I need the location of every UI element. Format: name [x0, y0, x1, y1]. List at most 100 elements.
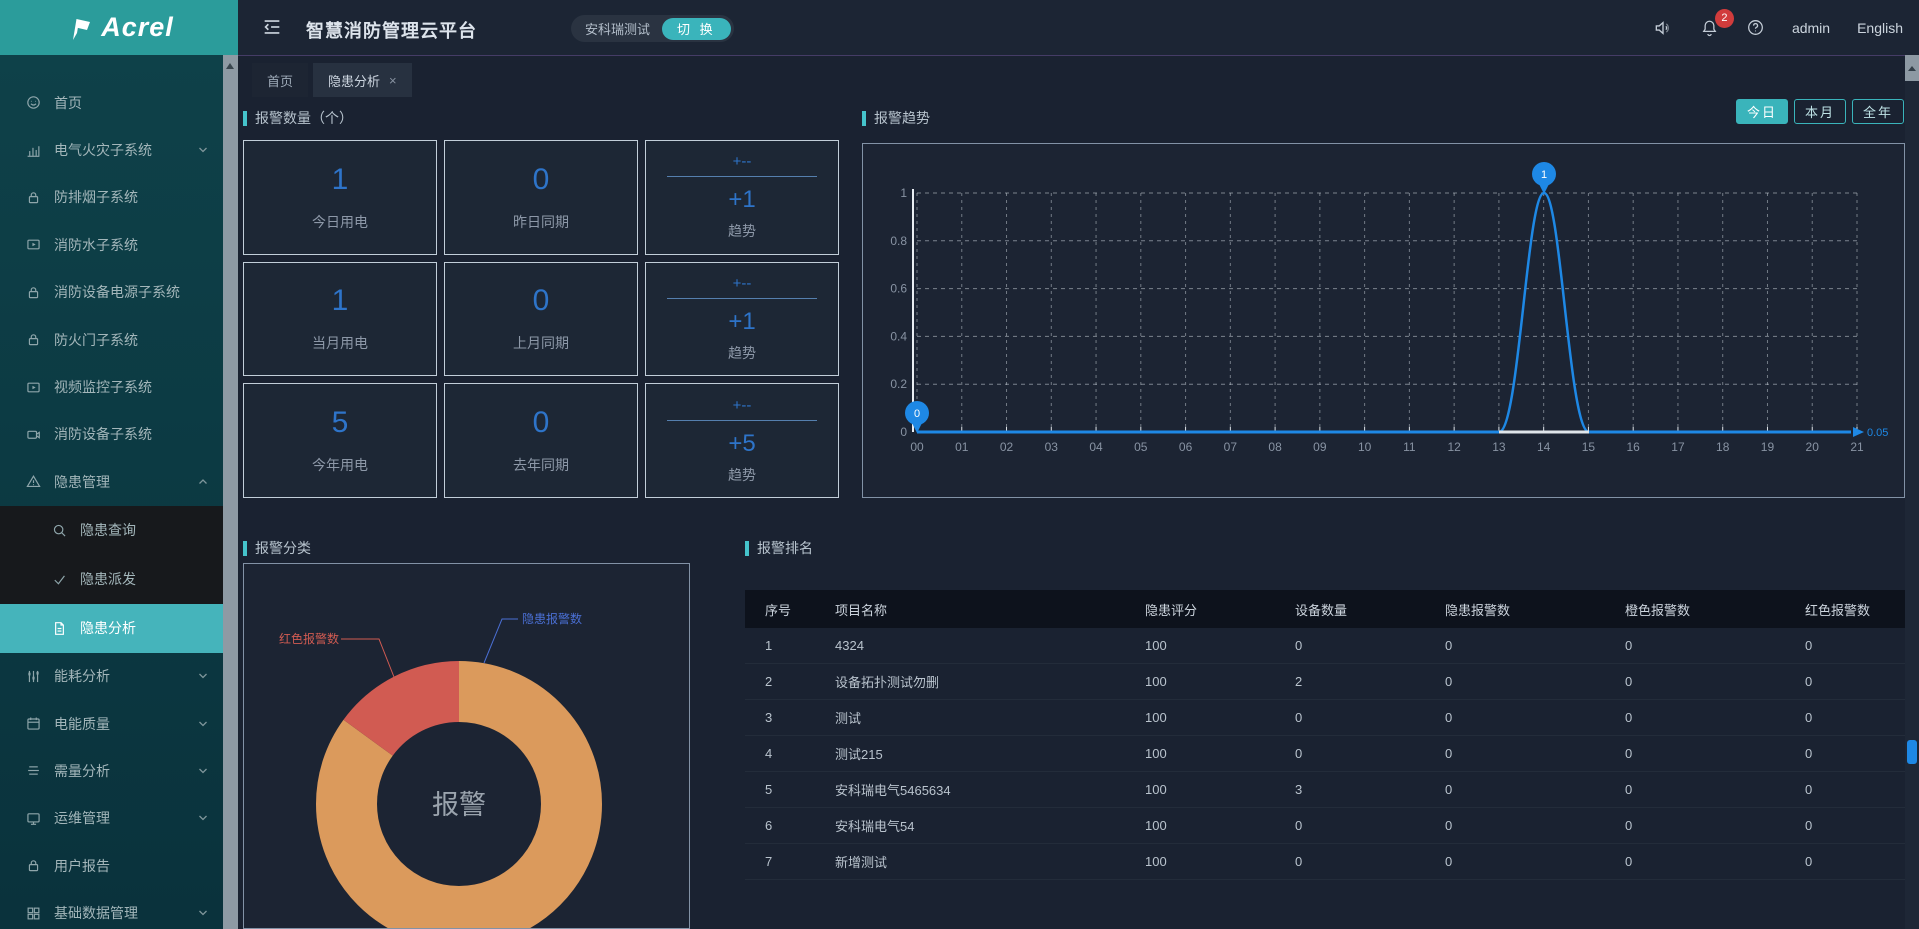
- sidebar-item[interactable]: 电气火灾子系统: [0, 126, 223, 173]
- sidebar-item[interactable]: 视频监控子系统: [0, 363, 223, 410]
- trend-card: +--+5趋势: [645, 383, 839, 498]
- table-cell: 0: [1445, 746, 1625, 761]
- table-cell: 测试: [835, 708, 1145, 727]
- table-cell: 0: [1295, 818, 1445, 833]
- sidebar-item[interactable]: 运维管理: [0, 795, 223, 842]
- range-button-month[interactable]: 本月: [1794, 99, 1846, 124]
- table-cell: 100: [1145, 638, 1295, 653]
- table-cell: 7: [745, 854, 835, 869]
- sidebar: 首页电气火灾子系统防排烟子系统消防水子系统消防设备电源子系统防火门子系统视频监控…: [0, 55, 223, 929]
- table-row[interactable]: 5安科瑞电气54656341003000: [745, 772, 1905, 808]
- svg-text:01: 01: [955, 440, 969, 454]
- sidebar-item[interactable]: 需量分析: [0, 747, 223, 794]
- sidebar-item[interactable]: 消防设备子系统: [0, 411, 223, 458]
- sidebar-item[interactable]: 基础数据管理: [0, 889, 223, 929]
- video-icon: [26, 380, 41, 395]
- sidebar-item-label: 隐患管理: [54, 472, 110, 492]
- video-icon: [26, 237, 41, 252]
- marker-pin-peak[interactable]: 1: [1532, 162, 1556, 194]
- sidebar-subitem[interactable]: 隐患查询: [0, 506, 223, 555]
- close-tab-icon[interactable]: ×: [389, 73, 397, 88]
- sidebar-item-label: 消防设备子系统: [54, 424, 152, 444]
- sidebar-item[interactable]: 能耗分析: [0, 653, 223, 700]
- notifications-bell-icon[interactable]: 2: [1700, 18, 1719, 38]
- svg-text:15: 15: [1582, 440, 1596, 454]
- sidebar-item[interactable]: 防火门子系统: [0, 316, 223, 363]
- sidebar-item-label: 隐患分析: [80, 618, 136, 638]
- table-row[interactable]: 4测试2151000000: [745, 736, 1905, 772]
- section-title: 报警数量（个）: [255, 108, 353, 128]
- table-cell: 100: [1145, 854, 1295, 869]
- card-value: 1: [332, 163, 349, 197]
- table-cell: 安科瑞电气5465634: [835, 780, 1145, 799]
- label-leader-line: [484, 619, 518, 663]
- sidebar-item[interactable]: 消防设备电源子系统: [0, 269, 223, 316]
- table-row[interactable]: 2设备拓扑测试勿删1002000: [745, 664, 1905, 700]
- tab-hidden-danger-analysis[interactable]: 隐患分析 ×: [313, 63, 412, 97]
- sidebar-item[interactable]: 防排烟子系统: [0, 174, 223, 221]
- range-button-year[interactable]: 全年: [1852, 99, 1904, 124]
- column-header: 隐患报警数: [1445, 600, 1625, 619]
- scroll-up-arrow-icon[interactable]: [226, 63, 234, 69]
- trend-divider: [667, 420, 817, 421]
- card-value: 0: [533, 406, 550, 440]
- sidebar-subitem[interactable]: 隐患派发: [0, 555, 223, 604]
- table-row[interactable]: 6安科瑞电气541000000: [745, 808, 1905, 844]
- alarm-count-grid: 1今日用电0昨日同期+--+1趋势1当月用电0上月同期+--+1趋势5今年用电0…: [243, 140, 839, 498]
- table-cell: 0: [1805, 710, 1905, 725]
- label-leader-line: [341, 639, 394, 677]
- trend-card: +--+1趋势: [645, 262, 839, 377]
- lock-icon: [26, 285, 41, 300]
- sidebar-scrollbar[interactable]: [223, 55, 238, 929]
- table-row[interactable]: 3测试1000000: [745, 700, 1905, 736]
- trend-divider: [667, 298, 817, 299]
- user-menu[interactable]: admin: [1792, 20, 1830, 36]
- table-cell: 0: [1805, 674, 1905, 689]
- page-scrollbar[interactable]: [1905, 55, 1919, 929]
- top-header: Acrel 智慧消防管理云平台 安科瑞测试 切 换 2 admin Englis…: [0, 0, 1919, 55]
- svg-text:11: 11: [1403, 440, 1416, 454]
- switch-org-button[interactable]: 切 换: [662, 18, 731, 40]
- sidebar-item[interactable]: 用户报告: [0, 842, 223, 889]
- language-switch[interactable]: English: [1857, 20, 1903, 36]
- column-header: 橙色报警数: [1625, 600, 1805, 619]
- sidebar-item[interactable]: 首页: [0, 79, 223, 126]
- tab-home[interactable]: 首页: [252, 63, 308, 97]
- collapse-sidebar-icon[interactable]: [261, 16, 283, 43]
- section-title: 报警排名: [757, 538, 813, 558]
- marker-pin-zero[interactable]: 0: [905, 401, 929, 433]
- section-accent-bar: [243, 111, 247, 126]
- table-row[interactable]: 7新增测试1000000: [745, 844, 1905, 880]
- sidebar-item[interactable]: 电能质量: [0, 700, 223, 747]
- sidebar-subitem[interactable]: 隐患分析: [0, 604, 223, 653]
- stat-card: 5今年用电: [243, 383, 437, 498]
- svg-text:20: 20: [1806, 440, 1820, 454]
- speaker-icon[interactable]: [1653, 18, 1673, 38]
- range-button-today[interactable]: 今日: [1736, 99, 1788, 124]
- table-cell: 0: [1445, 638, 1625, 653]
- svg-text:13: 13: [1492, 440, 1506, 454]
- card-label: 趋势: [728, 465, 756, 485]
- table-cell: 2: [745, 674, 835, 689]
- help-icon[interactable]: [1746, 18, 1765, 37]
- table-cell: 0: [1805, 638, 1905, 653]
- svg-text:06: 06: [1179, 440, 1193, 454]
- scrollbar-up-button[interactable]: [1905, 55, 1919, 81]
- trend-top-value: +--: [733, 153, 752, 170]
- card-value: 0: [533, 163, 550, 197]
- svg-text:14: 14: [1537, 440, 1551, 454]
- chevron-down-icon: [198, 909, 208, 917]
- svg-text:0: 0: [900, 425, 907, 439]
- sidebar-item[interactable]: 消防水子系统: [0, 221, 223, 268]
- table-cell: 3: [1295, 782, 1445, 797]
- rank-table-header: 序号项目名称隐患评分设备数量隐患报警数橙色报警数红色报警数: [745, 590, 1905, 628]
- table-cell: 0: [1445, 818, 1625, 833]
- rows-icon: [26, 763, 41, 778]
- table-row[interactable]: 143241000000: [745, 628, 1905, 664]
- sidebar-item[interactable]: 隐患管理: [0, 458, 223, 505]
- scrollbar-thumb[interactable]: [1907, 740, 1917, 764]
- svg-text:10: 10: [1358, 440, 1372, 454]
- svg-text:0: 0: [914, 408, 920, 420]
- svg-text:19: 19: [1761, 440, 1775, 454]
- table-cell: 0: [1805, 818, 1905, 833]
